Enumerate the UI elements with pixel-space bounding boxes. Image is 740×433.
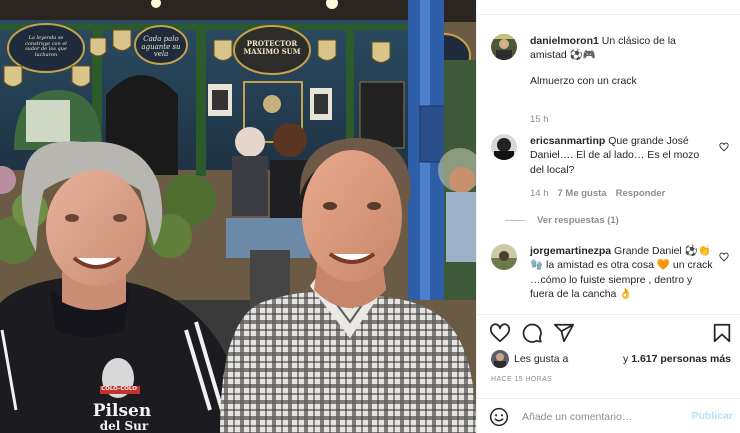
post-actions — [489, 322, 733, 346]
heart-small-icon[interactable] — [719, 142, 729, 152]
header-divider — [477, 14, 740, 15]
comment-item: ericsanmartinp Que grande José Daniel…. … — [491, 134, 729, 234]
heart-small-icon[interactable] — [719, 252, 729, 262]
caption-line-2: Almuerzo con un crack — [530, 74, 637, 87]
smile-icon[interactable] — [489, 407, 509, 427]
post-photo[interactable]: La leyenda se construye con el sudor de … — [0, 0, 476, 433]
view-replies-label: Ver respuestas (1) — [537, 215, 619, 226]
caption-time: 15 h — [530, 114, 549, 125]
add-comment-divider — [477, 398, 740, 399]
comment-icon[interactable] — [521, 322, 543, 344]
heart-icon[interactable] — [489, 322, 511, 344]
add-comment-bar: Publicar — [489, 405, 733, 429]
likes-summary: Les gusta a y 1.617 personas más — [491, 350, 731, 370]
comments-list[interactable]: danielmoron1 Un clásico de la amistad ⚽🎮… — [477, 22, 740, 314]
comment-time: 14 h — [530, 188, 549, 199]
comment-meta: 14 h 7 Me gusta Responder — [530, 188, 665, 199]
actions-divider — [477, 314, 740, 315]
comment-likes[interactable]: 7 Me gusta — [558, 188, 607, 199]
likes-count-prefix: y — [623, 353, 629, 365]
comment-username[interactable]: ericsanmartinp — [530, 135, 605, 147]
shirt-sponsor-text-2: del Sur — [99, 419, 149, 433]
bookmark-icon[interactable] — [711, 322, 733, 344]
replies-dash — [505, 219, 525, 221]
share-icon[interactable] — [553, 322, 575, 344]
avatar[interactable] — [491, 350, 509, 368]
post-timestamp[interactable]: Hace 15 horas — [491, 376, 552, 383]
publish-button[interactable]: Publicar — [692, 410, 733, 422]
plaque-left-text: La leyenda se construye con el sudor de … — [25, 35, 67, 58]
plaque-right-text: PROTECTOR MAXIMO SUM — [243, 39, 301, 56]
caption-item: danielmoron1 Un clásico de la amistad ⚽🎮… — [491, 34, 729, 125]
likes-prefix: Les gusta a — [514, 353, 569, 365]
avatar[interactable] — [491, 244, 517, 270]
caption-username[interactable]: danielmoron1 — [530, 35, 599, 47]
caption-text: danielmoron1 Un clásico de la amistad ⚽🎮… — [530, 34, 714, 88]
comment-input[interactable] — [522, 409, 672, 425]
photo-scene — [0, 0, 476, 433]
comment-username[interactable]: jorgemartinezpa — [530, 245, 611, 257]
likes-count-wrap[interactable]: y 1.617 personas más — [623, 353, 731, 365]
view-replies-button[interactable]: Ver respuestas (1) — [505, 215, 619, 226]
likes-count[interactable]: 1.617 personas más — [631, 353, 731, 365]
comment-text: ericsanmartinp Que grande José Daniel…. … — [530, 134, 714, 177]
post-side-panel: danielmoron1 Un clásico de la amistad ⚽🎮… — [476, 0, 740, 433]
comment-text: jorgemartinezpa Grande Daniel ⚽👏🧤 la ami… — [530, 244, 714, 302]
shirt-sponsor-text: Pilsen — [92, 401, 152, 421]
shirt-badge-text: COLO-COLO — [101, 386, 137, 392]
avatar[interactable] — [491, 34, 517, 60]
avatar[interactable] — [491, 134, 517, 160]
comment-item: jorgemartinezpa Grande Daniel ⚽👏🧤 la ami… — [491, 244, 729, 314]
reply-button[interactable]: Responder — [616, 188, 666, 199]
plaque-mid-text: Cada palo aguante su vela — [141, 35, 181, 59]
